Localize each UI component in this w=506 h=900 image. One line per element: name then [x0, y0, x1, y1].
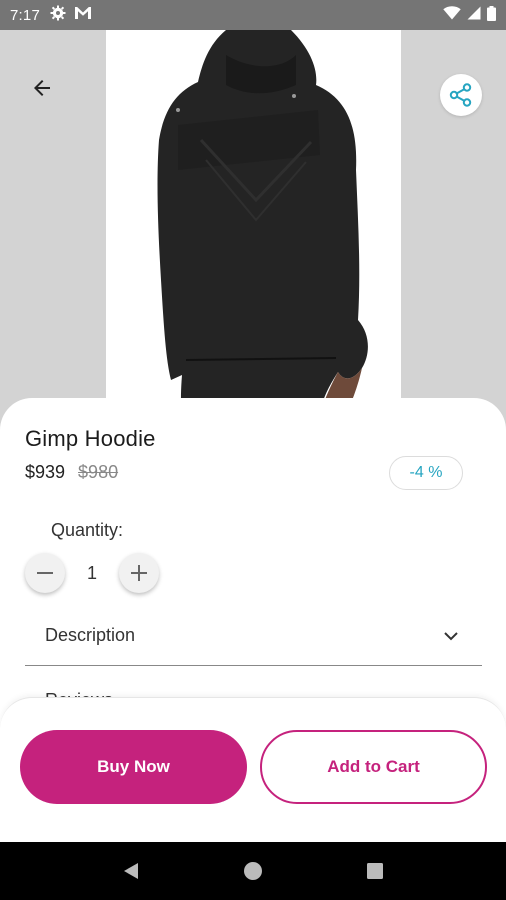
- chevron-down-icon: [442, 627, 460, 645]
- system-nav-bar: [0, 842, 506, 900]
- settings-icon: [50, 5, 66, 25]
- nav-back-icon: [124, 863, 138, 879]
- quantity-stepper: 1: [25, 553, 159, 593]
- decrement-button[interactable]: [25, 553, 65, 593]
- price-original: $980: [78, 462, 119, 482]
- share-button[interactable]: [440, 74, 482, 116]
- description-toggle[interactable]: Description: [25, 606, 482, 666]
- status-time: 7:17: [10, 6, 40, 24]
- product-photo: [106, 30, 401, 430]
- battery-icon: [487, 5, 496, 25]
- discount-badge: -4 %: [389, 456, 463, 490]
- price-row: $939 $980: [25, 462, 118, 483]
- product-image-area: [0, 30, 506, 430]
- add-to-cart-button[interactable]: Add to Cart: [260, 730, 487, 804]
- status-bar: 7:17: [0, 0, 506, 30]
- back-button[interactable]: [22, 68, 62, 108]
- plus-icon: [131, 565, 147, 581]
- nav-home-icon: [244, 862, 262, 880]
- gmail-icon: [74, 6, 92, 24]
- nav-recents-icon: [367, 863, 383, 879]
- arrow-back-icon: [34, 80, 50, 96]
- minus-icon: [37, 572, 53, 574]
- increment-button[interactable]: [119, 553, 159, 593]
- price-current: $939: [25, 462, 66, 482]
- nav-home-button[interactable]: [233, 851, 273, 891]
- nav-back-button[interactable]: [111, 851, 151, 891]
- quantity-label: Quantity:: [51, 520, 124, 540]
- share-icon: [449, 83, 472, 107]
- nav-recents-button[interactable]: [355, 851, 395, 891]
- description-label: Description: [45, 625, 136, 645]
- quantity-value: 1: [86, 562, 97, 583]
- signal-icon: [467, 6, 481, 24]
- product-title: Gimp Hoodie: [25, 426, 156, 451]
- action-bar: Buy Now Add to Cart: [0, 697, 506, 842]
- buy-now-button[interactable]: Buy Now: [20, 730, 247, 804]
- wifi-icon: [443, 6, 461, 24]
